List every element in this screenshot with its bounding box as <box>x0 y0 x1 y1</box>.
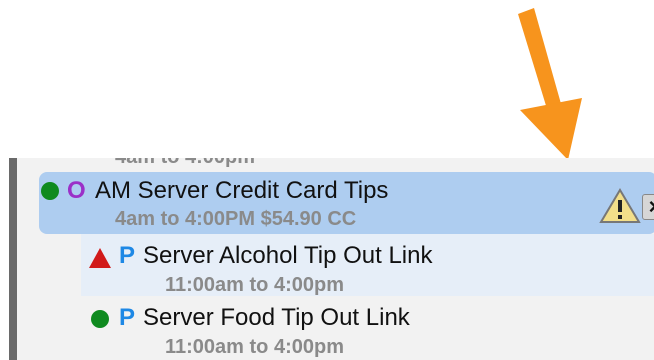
green-status-dot-icon <box>91 310 109 328</box>
arrow-head <box>520 98 582 160</box>
type-letter-badge: O <box>67 177 86 204</box>
partial-item-time: 4am to 4:00pm <box>115 158 255 169</box>
item-detail: 11:00am to 4:00pm <box>165 274 344 296</box>
type-letter-badge: P <box>119 304 136 331</box>
list-item[interactable]: P Server Alcohol Tip Out Link 11:00am to… <box>81 234 654 296</box>
green-status-dot-icon <box>41 182 59 200</box>
warning-triangle-icon[interactable] <box>599 188 641 224</box>
item-title: Server Food Tip Out Link <box>143 304 410 331</box>
item-detail: 4am to 4:00PM $54.90 CC <box>115 208 357 230</box>
item-detail: 11:00am to 4:00pm <box>165 336 344 358</box>
close-button[interactable]: × <box>642 194 654 220</box>
list-item[interactable]: P Server Food Tip Out Link 11:00am to 4:… <box>81 298 654 360</box>
type-letter-badge: P <box>119 242 136 269</box>
item-title: Server Alcohol Tip Out Link <box>143 242 433 269</box>
item-title: AM Server Credit Card Tips <box>95 177 389 204</box>
schedule-list-panel: 4am to 4:00pm O AM Server Credit Card Ti… <box>9 158 654 360</box>
list-item-selected[interactable]: O AM Server Credit Card Tips 4am to 4:00… <box>39 172 654 234</box>
red-warning-triangle-icon <box>89 248 111 268</box>
